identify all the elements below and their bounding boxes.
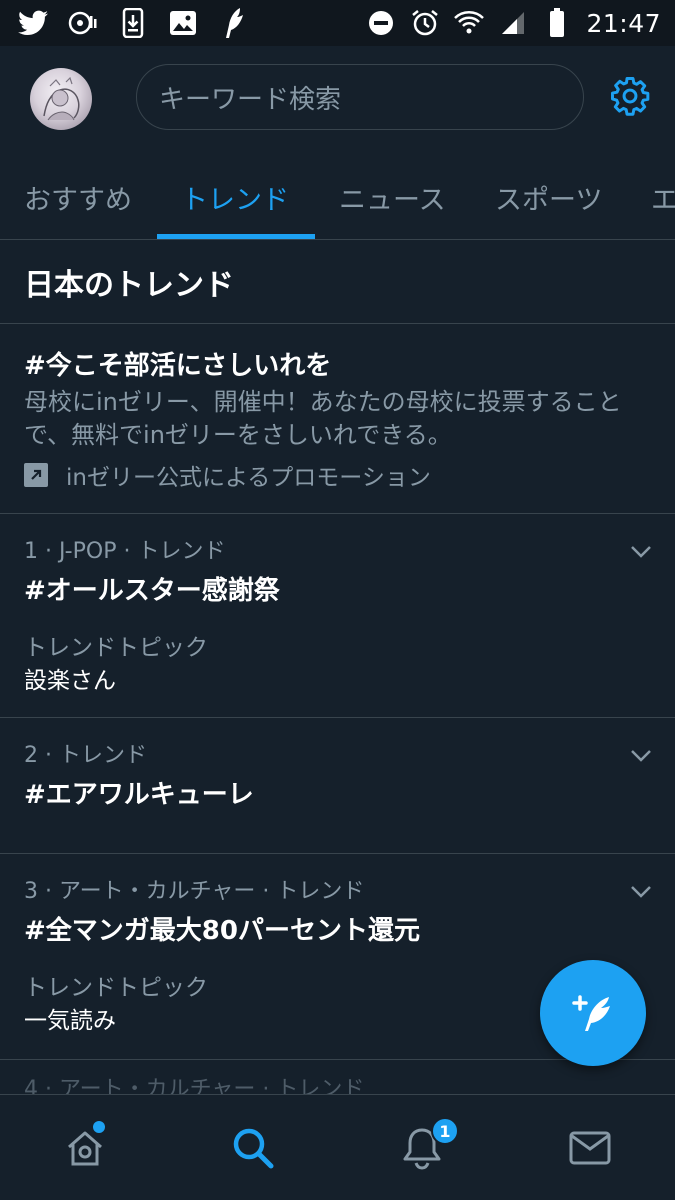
nav-notifications[interactable] — [367, 1095, 477, 1200]
status-right: 21:47 — [366, 8, 661, 38]
wifi-icon — [454, 8, 485, 38]
trend-item[interactable]: 2 · トレンド #エアワルキューレ — [0, 718, 675, 854]
trend-meta: 1 · J-POP · トレンド — [24, 539, 226, 564]
compose-feather-icon — [572, 995, 610, 1031]
section-heading: 日本のトレンド — [0, 240, 675, 324]
do-not-disturb-icon — [366, 8, 396, 38]
promoted-description-line1: 母校にinゼリー、開催中！あなたの母校に投票すること — [24, 388, 622, 416]
media-icon — [68, 8, 98, 38]
search-placeholder: キーワード検索 — [159, 84, 342, 115]
trend-meta: 2 · トレンド — [24, 743, 147, 768]
trend-title: #全マンガ最大80パーセント還元 — [24, 916, 420, 946]
chevron-down-icon[interactable] — [629, 744, 653, 768]
trend-meta: 3 · アート・カルチャー · トレンド — [24, 879, 365, 904]
tab-trends[interactable]: トレンド — [181, 154, 289, 239]
notification-badge: 1 — [431, 1117, 459, 1145]
compose-tweet-button[interactable] — [540, 960, 646, 1066]
promoted-description-line2: で、無料でinゼリーをさしいれできる。 — [24, 421, 452, 449]
home-icon — [68, 1131, 102, 1166]
nav-messages[interactable] — [535, 1095, 645, 1200]
trend-item-partial[interactable]: 4 · アート・カルチャー · トレンド — [0, 1060, 675, 1094]
settings-button[interactable] — [606, 72, 654, 120]
download-icon — [118, 8, 148, 38]
promoted-trend[interactable]: #今こそ部活にさしいれを 母校にinゼリー、開催中！あなたの母校に投票すること … — [0, 324, 675, 514]
tab-recommended[interactable]: おすすめ — [24, 154, 132, 239]
gear-icon — [611, 77, 650, 116]
status-left — [18, 8, 248, 38]
header: キーワード検索 — [0, 46, 675, 154]
search-input[interactable]: キーワード検索 — [136, 64, 584, 130]
chevron-down-icon[interactable] — [629, 880, 653, 904]
mail-icon — [569, 1131, 611, 1165]
trend-topic: 設楽さん — [24, 668, 116, 694]
trend-topic-label: トレンドトピック — [24, 635, 208, 661]
tab-sports[interactable]: スポーツ — [495, 154, 602, 239]
alarm-icon — [410, 8, 440, 38]
promoted-by-row: inゼリー公式によるプロモーション — [24, 458, 651, 492]
image-icon — [168, 8, 198, 38]
active-tab-indicator — [157, 234, 315, 239]
nav-search[interactable] — [198, 1095, 308, 1200]
trend-meta: 4 · アート・カルチャー · トレンド — [24, 1077, 365, 1094]
battery-icon — [542, 8, 572, 38]
promoted-arrow-icon — [24, 463, 48, 487]
home-new-dot — [93, 1121, 105, 1133]
explore-tabs: おすすめ トレンド ニュース スポーツ エ — [0, 154, 675, 240]
nav-home[interactable] — [30, 1095, 140, 1200]
promoted-title: #今こそ部活にさしいれを — [24, 351, 332, 381]
tab-news[interactable]: ニュース — [339, 154, 446, 239]
feather-icon — [218, 8, 248, 38]
search-icon — [233, 1128, 274, 1169]
twitter-explore-screen: 21:47 キーワード検索 おすすめ トレンド ニュース スポーツ エ — [0, 0, 675, 1200]
twitter-bird-icon — [18, 8, 48, 38]
promoted-by-label: inゼリー公式によるプロモーション — [66, 465, 431, 491]
status-time: 21:47 — [586, 8, 661, 38]
tab-entertainment[interactable]: エ — [651, 154, 675, 239]
section-title: 日本のトレンド — [24, 267, 234, 303]
trend-title: #エアワルキューレ — [24, 780, 254, 810]
chevron-down-icon[interactable] — [629, 540, 653, 564]
signal-icon — [498, 8, 528, 38]
trend-item[interactable]: 1 · J-POP · トレンド #オールスター感謝祭 トレンドトピック 設楽さ… — [0, 514, 675, 718]
bottom-nav: 1 — [0, 1094, 675, 1200]
status-bar: 21:47 — [0, 0, 675, 46]
avatar[interactable] — [30, 68, 92, 130]
trend-title: #オールスター感謝祭 — [24, 576, 280, 606]
